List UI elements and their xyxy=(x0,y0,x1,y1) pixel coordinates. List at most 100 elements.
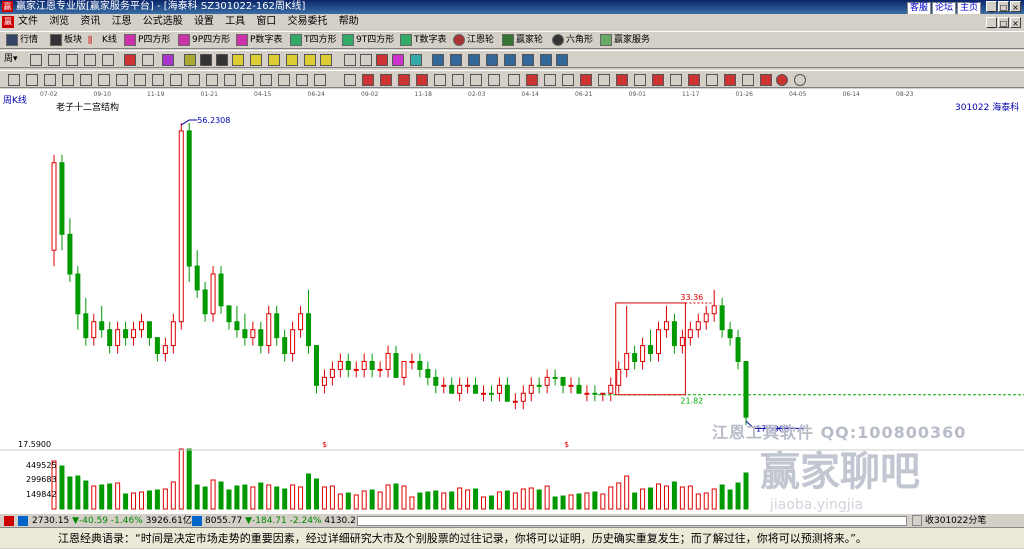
tool-icon[interactable] xyxy=(80,74,92,86)
menu-settings[interactable]: 设置 xyxy=(194,16,214,27)
tool-icon[interactable] xyxy=(188,74,200,86)
tool-icon[interactable] xyxy=(44,74,56,86)
menu-file[interactable]: 文件 xyxy=(18,16,38,27)
tool-icon[interactable] xyxy=(392,54,404,66)
tool-icon[interactable] xyxy=(184,54,196,66)
menu-info[interactable]: 资讯 xyxy=(80,16,100,27)
tool-icon[interactable] xyxy=(200,54,212,66)
tool-icon[interactable] xyxy=(102,54,114,66)
menu-window[interactable]: 窗口 xyxy=(256,16,276,27)
child-minimize-icon[interactable]: _ xyxy=(986,17,997,28)
tool-icon[interactable] xyxy=(468,54,480,66)
tool-icon[interactable] xyxy=(30,54,42,66)
toolbar-service[interactable]: 赢家服务 xyxy=(600,33,650,48)
tool-icon[interactable] xyxy=(296,74,308,86)
tool-icon[interactable] xyxy=(304,54,316,66)
tool-icon[interactable] xyxy=(616,74,628,86)
menu-help[interactable]: 帮助 xyxy=(339,16,359,27)
tool-icon[interactable] xyxy=(152,74,164,86)
tool-icon[interactable] xyxy=(278,74,290,86)
tool-icon[interactable] xyxy=(286,54,298,66)
sh-index[interactable]: 2730.15 ▼-40.59 -1.46% 3926.61亿 xyxy=(32,514,192,528)
tool-icon[interactable] xyxy=(98,74,110,86)
minimize-icon[interactable]: _ xyxy=(986,1,997,12)
tool-icon[interactable] xyxy=(224,74,236,86)
menu-formula[interactable]: 公式选股 xyxy=(143,16,183,27)
tool-icon[interactable] xyxy=(556,54,568,66)
toolbar-p-table[interactable]: P数字表 xyxy=(236,33,282,48)
close-icon[interactable]: × xyxy=(1010,1,1021,12)
tool-icon[interactable] xyxy=(670,74,682,86)
menu-browse[interactable]: 浏览 xyxy=(49,16,69,27)
tool-icon[interactable] xyxy=(544,74,556,86)
tool-icon[interactable] xyxy=(344,74,356,86)
tool-icon[interactable] xyxy=(206,74,218,86)
tool-icon[interactable] xyxy=(134,74,146,86)
tool-icon[interactable] xyxy=(434,74,446,86)
tool-icon[interactable] xyxy=(724,74,736,86)
scroll-right-icon[interactable] xyxy=(912,515,922,526)
tool-icon[interactable] xyxy=(652,74,664,86)
tool-icon[interactable] xyxy=(360,54,372,66)
tool-icon[interactable] xyxy=(486,54,498,66)
tool-icon[interactable] xyxy=(376,54,388,66)
tool-icon[interactable] xyxy=(66,54,78,66)
tool-icon[interactable] xyxy=(8,74,20,86)
tool-icon[interactable] xyxy=(162,54,174,66)
toolbar-gann-wheel[interactable]: 江恩轮 xyxy=(453,33,494,48)
tool-icon[interactable] xyxy=(450,54,462,66)
toolbar-market[interactable]: 行情 xyxy=(6,33,38,48)
tool-icon[interactable] xyxy=(794,74,806,86)
menu-gann[interactable]: 江恩 xyxy=(112,16,132,27)
tool-icon[interactable] xyxy=(62,74,74,86)
tool-icon[interactable] xyxy=(398,74,410,86)
tool-icon[interactable] xyxy=(470,74,482,86)
tick-data-label[interactable]: 收301022分笔 xyxy=(925,514,986,528)
tool-icon[interactable] xyxy=(250,54,262,66)
menu-trade[interactable]: 交易委托 xyxy=(288,16,328,27)
tool-icon[interactable] xyxy=(216,54,228,66)
maximize-icon[interactable]: □ xyxy=(998,1,1009,12)
tool-icon[interactable] xyxy=(232,54,244,66)
tool-icon[interactable] xyxy=(416,74,428,86)
tool-icon[interactable] xyxy=(706,74,718,86)
toolbar-blocks[interactable]: 板块 xyxy=(50,33,82,48)
menu-tools[interactable]: 工具 xyxy=(225,16,245,27)
tool-icon[interactable] xyxy=(320,54,332,66)
tool-icon[interactable] xyxy=(124,54,136,66)
tool-icon[interactable] xyxy=(504,54,516,66)
tool-icon[interactable] xyxy=(562,74,574,86)
tool-icon[interactable] xyxy=(508,74,520,86)
tool-icon[interactable] xyxy=(598,74,610,86)
tool-icon[interactable] xyxy=(488,74,500,86)
tool-icon[interactable] xyxy=(84,54,96,66)
tool-icon[interactable] xyxy=(362,74,374,86)
tool-icon[interactable] xyxy=(776,74,788,86)
tool-icon[interactable] xyxy=(540,54,552,66)
tool-icon[interactable] xyxy=(260,74,272,86)
tool-icon[interactable] xyxy=(742,74,754,86)
tool-icon[interactable] xyxy=(410,54,422,66)
chart-scrollbar[interactable] xyxy=(357,516,907,526)
tool-icon[interactable] xyxy=(580,74,592,86)
tool-icon[interactable] xyxy=(634,74,646,86)
tool-icon[interactable] xyxy=(344,54,356,66)
tool-icon[interactable] xyxy=(268,54,280,66)
child-restore-icon[interactable]: □ xyxy=(998,17,1009,28)
tool-icon[interactable] xyxy=(526,74,538,86)
tool-icon[interactable] xyxy=(380,74,392,86)
tool-icon[interactable] xyxy=(452,74,464,86)
tool-icon[interactable] xyxy=(688,74,700,86)
tool-icon[interactable] xyxy=(48,54,60,66)
tool-icon[interactable] xyxy=(116,74,128,86)
tool-icon[interactable] xyxy=(760,74,772,86)
tool-icon[interactable] xyxy=(142,54,154,66)
tool-icon[interactable] xyxy=(170,74,182,86)
toolbar-kline[interactable]: ⫼ K线 xyxy=(88,33,117,48)
tool-icon[interactable] xyxy=(314,74,326,86)
toolbar-hexagon[interactable]: 六角形 xyxy=(552,33,593,48)
toolbar-winner-wheel[interactable]: 赢家轮 xyxy=(502,33,543,48)
tool-icon[interactable] xyxy=(432,54,444,66)
toolbar-p-square[interactable]: P四方形 xyxy=(124,33,170,48)
tool-icon[interactable] xyxy=(26,74,38,86)
